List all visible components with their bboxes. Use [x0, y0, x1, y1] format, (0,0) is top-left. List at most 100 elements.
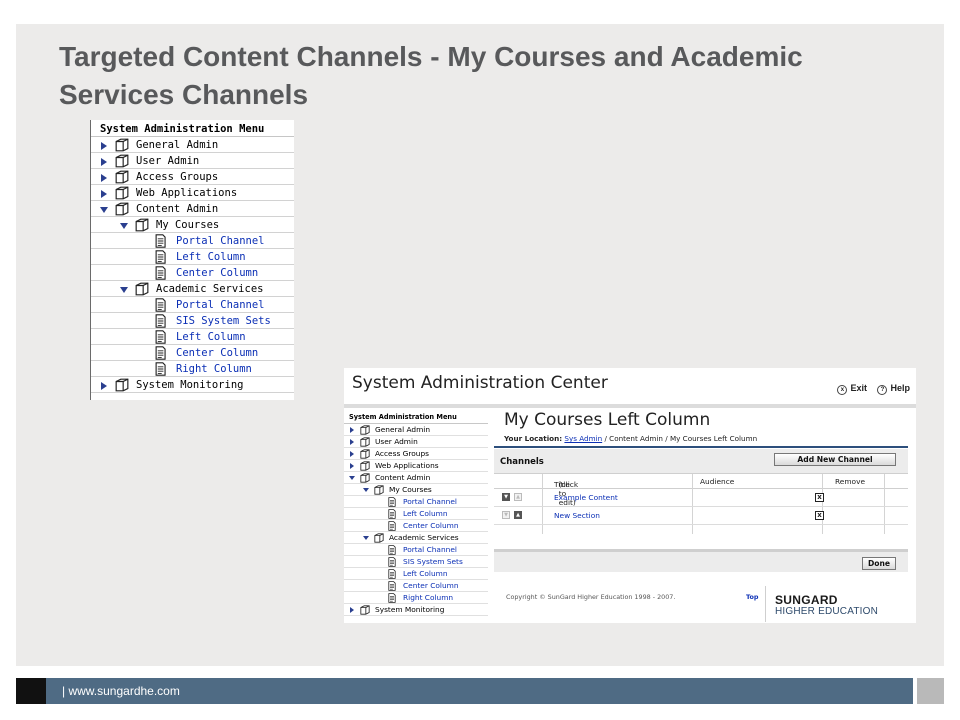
col-remove: Remove [835, 477, 865, 486]
menu-item-label: Portal Channel [176, 235, 265, 247]
menu-item-label: Left Column [403, 509, 448, 518]
menu-item-label: Portal Channel [176, 299, 265, 311]
menu-item-label: Portal Channel [403, 497, 457, 506]
menu-item-center-column[interactable]: Center Column [344, 520, 488, 532]
menu-item-portal-channel[interactable]: Portal Channel [344, 496, 488, 508]
slide-title: Targeted Content Channels - My Courses a… [59, 41, 803, 110]
menu-item-label: Left Column [176, 331, 246, 343]
col-audience: Audience [700, 477, 735, 486]
menu-item-label: Right Column [176, 363, 252, 375]
menu-item-label: SIS System Sets [176, 315, 271, 327]
footer-accent-block [16, 678, 46, 704]
system-admin-menu-small: System Administration Menu General Admin… [344, 410, 488, 623]
move-down-icon: ▼ [502, 511, 510, 519]
channels-label: Channels [500, 457, 544, 467]
menu-item-academic-services[interactable]: Academic Services [344, 532, 488, 544]
copyright-text: Copyright © SunGard Higher Education 199… [506, 593, 676, 601]
menu-item-left-column[interactable]: Left Column [91, 329, 294, 345]
top-link[interactable]: Top [746, 593, 758, 601]
menu-item-web-applications[interactable]: Web Applications [91, 185, 294, 201]
menu-item-content-admin[interactable]: Content Admin [344, 472, 488, 484]
menu-item-label: General Admin [136, 139, 219, 151]
footer-url[interactable]: | www.sungardhe.com [62, 684, 180, 698]
menu-item-portal-channel[interactable]: Portal Channel [91, 233, 294, 249]
footer-grey-block [917, 678, 944, 704]
menu-item-general-admin[interactable]: General Admin [344, 424, 488, 436]
menu-item-label: User Admin [136, 155, 200, 167]
folder-icon [115, 378, 129, 397]
menu-item-label: My Courses [389, 485, 432, 494]
pane-divider [494, 446, 908, 448]
menu-item-center-column[interactable]: Center Column [91, 265, 294, 281]
exit-icon: x [837, 385, 848, 395]
menu-item-system-monitoring[interactable]: System Monitoring [91, 377, 294, 393]
menu-item-sis-system-sets[interactable]: SIS System Sets [91, 313, 294, 329]
menu-item-user-admin[interactable]: User Admin [91, 153, 294, 169]
remove-icon[interactable]: x [815, 511, 824, 520]
menu-item-academic-services[interactable]: Academic Services [91, 281, 294, 297]
menu-item-center-column[interactable]: Center Column [344, 580, 488, 592]
menu-item-content-admin[interactable]: Content Admin [91, 201, 294, 217]
app-title: System Administration Center [352, 373, 608, 393]
add-new-channel-button[interactable]: Add New Channel [774, 453, 896, 466]
exit-label: Exit [850, 383, 867, 393]
logo-line-1: SUNGARD [775, 593, 838, 607]
menu-item-label: Center Column [176, 347, 259, 359]
menu-item-label: Web Applications [136, 187, 238, 199]
menu-item-my-courses[interactable]: My Courses [91, 217, 294, 233]
menu-item-right-column[interactable]: Right Column [344, 592, 488, 604]
folder-icon [360, 605, 370, 619]
menu-item-label: User Admin [375, 437, 418, 446]
logo-divider [765, 586, 766, 622]
chevron-right-icon[interactable] [99, 380, 109, 396]
menu-item-label: Center Column [403, 581, 459, 590]
menu-item-portal-channel[interactable]: Portal Channel [91, 297, 294, 313]
menu-item-portal-channel[interactable]: Portal Channel [344, 544, 488, 556]
menu-item-label: Portal Channel [403, 545, 457, 554]
help-link[interactable]: ? Help [877, 383, 910, 395]
help-label: Help [890, 383, 910, 393]
move-up-icon[interactable]: ▲ [514, 511, 522, 519]
menu-item-left-column[interactable]: Left Column [344, 508, 488, 520]
exit-link[interactable]: x Exit [837, 383, 867, 395]
channels-bar: Channels Add New Channel [494, 449, 908, 474]
pane-title: My Courses Left Column [504, 410, 711, 430]
menu-item-label: My Courses [156, 219, 220, 231]
menu-item-user-admin[interactable]: User Admin [344, 436, 488, 448]
menu-item-label: General Admin [375, 425, 431, 434]
channel-title-link[interactable]: Example Content [554, 493, 618, 502]
menu-item-access-groups[interactable]: Access Groups [344, 448, 488, 460]
menu-item-label: Access Groups [136, 171, 219, 183]
menu-item-label: Web Applications [375, 461, 439, 470]
menu-item-system-monitoring[interactable]: System Monitoring [344, 604, 488, 616]
breadcrumb-rest: / Content Admin / My Courses Left Column [604, 434, 758, 443]
menu-item-web-applications[interactable]: Web Applications [344, 460, 488, 472]
remove-icon[interactable]: x [815, 493, 824, 502]
menu-item-my-courses[interactable]: My Courses [344, 484, 488, 496]
menu-item-left-column[interactable]: Left Column [344, 568, 488, 580]
menu-item-right-column[interactable]: Right Column [91, 361, 294, 377]
menu-item-label: Content Admin [375, 473, 431, 482]
location-label: Your Location: [504, 434, 563, 443]
chevron-right-icon[interactable] [348, 606, 356, 618]
channel-title-link[interactable]: New Section [554, 511, 600, 520]
menu-item-access-groups[interactable]: Access Groups [91, 169, 294, 185]
menu-item-general-admin[interactable]: General Admin [91, 137, 294, 153]
move-up-icon: ▲ [514, 493, 522, 501]
menu-item-label: Left Column [176, 251, 246, 263]
menu-item-label: Center Column [176, 267, 259, 279]
menu-header: System Administration Menu [344, 410, 488, 424]
menu-item-label: Left Column [403, 569, 448, 578]
menu-item-sis-system-sets[interactable]: SIS System Sets [344, 556, 488, 568]
menu-item-center-column[interactable]: Center Column [91, 345, 294, 361]
menu-item-label: System Monitoring [136, 379, 244, 391]
col-title: Title (click to edit) [554, 477, 578, 507]
menu-item-left-column[interactable]: Left Column [91, 249, 294, 265]
system-admin-menu-large: System Administration Menu General Admin… [90, 120, 294, 400]
move-down-icon[interactable]: ▼ [502, 493, 510, 501]
top-links: x Exit ? Help [829, 383, 910, 395]
done-button[interactable]: Done [862, 557, 896, 570]
breadcrumb-link-sys-admin[interactable]: Sys Admin [564, 434, 602, 443]
content-pane: My Courses Left Column Your Location: Sy… [490, 408, 916, 623]
table-header: Title (click to edit) Audience Remove [494, 474, 908, 507]
